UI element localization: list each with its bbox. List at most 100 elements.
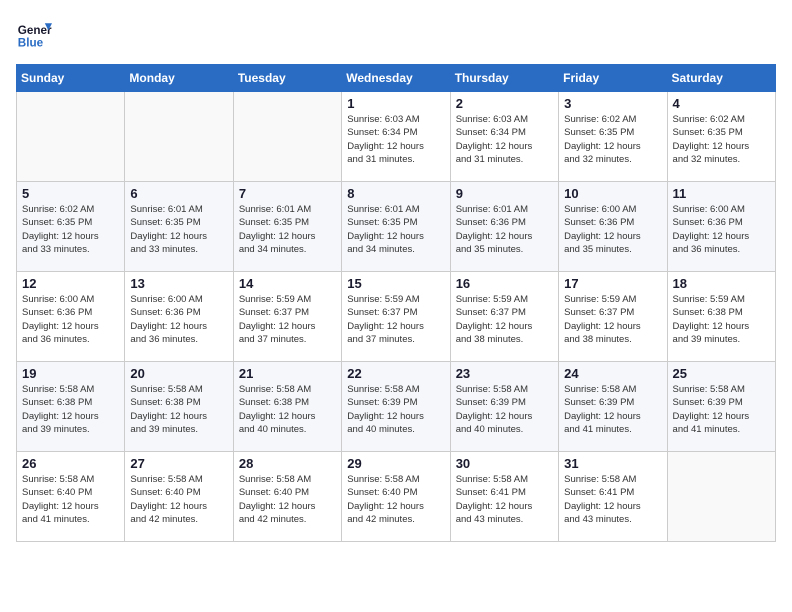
calendar-day-cell: 11 Sunrise: 6:00 AM Sunset: 6:36 PM Dayli… <box>667 182 775 272</box>
day-info: Sunrise: 5:59 AM Sunset: 6:37 PM Dayligh… <box>239 293 336 346</box>
day-number: 5 <box>22 186 119 201</box>
day-number: 26 <box>22 456 119 471</box>
calendar-day-cell <box>667 452 775 542</box>
calendar-day-cell: 30 Sunrise: 5:58 AM Sunset: 6:41 PM Dayli… <box>450 452 558 542</box>
calendar-day-cell: 16 Sunrise: 5:59 AM Sunset: 6:37 PM Dayli… <box>450 272 558 362</box>
day-info: Sunrise: 5:58 AM Sunset: 6:39 PM Dayligh… <box>673 383 770 436</box>
logo-icon: General Blue <box>16 16 52 52</box>
day-number: 11 <box>673 186 770 201</box>
day-number: 9 <box>456 186 553 201</box>
calendar-day-cell: 9 Sunrise: 6:01 AM Sunset: 6:36 PM Daylig… <box>450 182 558 272</box>
calendar-day-cell: 4Sunrise: 6:02 AM Sunset: 6:35 PM Daylig… <box>667 92 775 182</box>
day-info: Sunrise: 5:58 AM Sunset: 6:38 PM Dayligh… <box>239 383 336 436</box>
day-number: 4 <box>673 96 770 111</box>
calendar-day-cell: 15 Sunrise: 5:59 AM Sunset: 6:37 PM Dayli… <box>342 272 450 362</box>
calendar-day-cell: 5Sunrise: 6:02 AM Sunset: 6:35 PM Daylig… <box>17 182 125 272</box>
calendar-day-cell: 22 Sunrise: 5:58 AM Sunset: 6:39 PM Dayli… <box>342 362 450 452</box>
day-info: Sunrise: 5:58 AM Sunset: 6:41 PM Dayligh… <box>456 473 553 526</box>
calendar-day-cell: 25 Sunrise: 5:58 AM Sunset: 6:39 PM Dayli… <box>667 362 775 452</box>
weekday-header-cell: Tuesday <box>233 65 341 92</box>
calendar-day-cell: 8Sunrise: 6:01 AM Sunset: 6:35 PM Daylig… <box>342 182 450 272</box>
day-info: Sunrise: 5:58 AM Sunset: 6:40 PM Dayligh… <box>22 473 119 526</box>
calendar-day-cell <box>17 92 125 182</box>
day-number: 20 <box>130 366 227 381</box>
calendar-week-row: 5Sunrise: 6:02 AM Sunset: 6:35 PM Daylig… <box>17 182 776 272</box>
day-number: 12 <box>22 276 119 291</box>
day-number: 1 <box>347 96 444 111</box>
day-info: Sunrise: 5:58 AM Sunset: 6:40 PM Dayligh… <box>130 473 227 526</box>
day-info: Sunrise: 5:58 AM Sunset: 6:39 PM Dayligh… <box>347 383 444 436</box>
calendar-week-row: 1 Sunrise: 6:03 AM Sunset: 6:34 PM Daylig… <box>17 92 776 182</box>
day-info: Sunrise: 6:01 AM Sunset: 6:35 PM Dayligh… <box>130 203 227 256</box>
day-info: Sunrise: 5:58 AM Sunset: 6:38 PM Dayligh… <box>130 383 227 436</box>
calendar-day-cell: 1 Sunrise: 6:03 AM Sunset: 6:34 PM Daylig… <box>342 92 450 182</box>
svg-text:Blue: Blue <box>18 37 44 50</box>
day-number: 6 <box>130 186 227 201</box>
day-number: 28 <box>239 456 336 471</box>
calendar-week-row: 26 Sunrise: 5:58 AM Sunset: 6:40 PM Dayli… <box>17 452 776 542</box>
day-number: 27 <box>130 456 227 471</box>
day-number: 30 <box>456 456 553 471</box>
calendar-week-row: 19 Sunrise: 5:58 AM Sunset: 6:38 PM Dayli… <box>17 362 776 452</box>
calendar-day-cell: 14 Sunrise: 5:59 AM Sunset: 6:37 PM Dayli… <box>233 272 341 362</box>
day-number: 29 <box>347 456 444 471</box>
day-number: 19 <box>22 366 119 381</box>
day-number: 21 <box>239 366 336 381</box>
calendar-day-cell: 13Sunrise: 6:00 AM Sunset: 6:36 PM Dayli… <box>125 272 233 362</box>
calendar-day-cell: 28 Sunrise: 5:58 AM Sunset: 6:40 PM Dayli… <box>233 452 341 542</box>
calendar-table: SundayMondayTuesdayWednesdayThursdayFrid… <box>16 64 776 542</box>
calendar-day-cell: 20 Sunrise: 5:58 AM Sunset: 6:38 PM Dayli… <box>125 362 233 452</box>
day-info: Sunrise: 5:59 AM Sunset: 6:37 PM Dayligh… <box>456 293 553 346</box>
weekday-header-cell: Sunday <box>17 65 125 92</box>
day-info: Sunrise: 6:01 AM Sunset: 6:35 PM Dayligh… <box>239 203 336 256</box>
day-number: 15 <box>347 276 444 291</box>
calendar-day-cell: 21 Sunrise: 5:58 AM Sunset: 6:38 PM Dayli… <box>233 362 341 452</box>
day-info: Sunrise: 6:03 AM Sunset: 6:34 PM Dayligh… <box>456 113 553 166</box>
calendar-day-cell: 12 Sunrise: 6:00 AM Sunset: 6:36 PM Dayli… <box>17 272 125 362</box>
day-number: 14 <box>239 276 336 291</box>
calendar-day-cell: 26 Sunrise: 5:58 AM Sunset: 6:40 PM Dayli… <box>17 452 125 542</box>
day-info: Sunrise: 5:59 AM Sunset: 6:37 PM Dayligh… <box>564 293 661 346</box>
day-info: Sunrise: 6:02 AM Sunset: 6:35 PM Dayligh… <box>564 113 661 166</box>
day-info: Sunrise: 6:00 AM Sunset: 6:36 PM Dayligh… <box>564 203 661 256</box>
day-number: 22 <box>347 366 444 381</box>
day-number: 2 <box>456 96 553 111</box>
day-number: 7 <box>239 186 336 201</box>
day-info: Sunrise: 6:03 AM Sunset: 6:34 PM Dayligh… <box>347 113 444 166</box>
day-number: 16 <box>456 276 553 291</box>
weekday-header-cell: Saturday <box>667 65 775 92</box>
day-info: Sunrise: 5:58 AM Sunset: 6:39 PM Dayligh… <box>456 383 553 436</box>
day-info: Sunrise: 5:58 AM Sunset: 6:38 PM Dayligh… <box>22 383 119 436</box>
calendar-body: 1 Sunrise: 6:03 AM Sunset: 6:34 PM Daylig… <box>17 92 776 542</box>
weekday-header-cell: Friday <box>559 65 667 92</box>
calendar-day-cell: 18Sunrise: 5:59 AM Sunset: 6:38 PM Dayli… <box>667 272 775 362</box>
weekday-header-row: SundayMondayTuesdayWednesdayThursdayFrid… <box>17 65 776 92</box>
day-info: Sunrise: 5:59 AM Sunset: 6:37 PM Dayligh… <box>347 293 444 346</box>
calendar-day-cell: 31Sunrise: 5:58 AM Sunset: 6:41 PM Dayli… <box>559 452 667 542</box>
day-number: 18 <box>673 276 770 291</box>
calendar-day-cell: 19 Sunrise: 5:58 AM Sunset: 6:38 PM Dayli… <box>17 362 125 452</box>
calendar-day-cell: 17Sunrise: 5:59 AM Sunset: 6:37 PM Dayli… <box>559 272 667 362</box>
day-info: Sunrise: 6:01 AM Sunset: 6:36 PM Dayligh… <box>456 203 553 256</box>
day-number: 10 <box>564 186 661 201</box>
day-number: 23 <box>456 366 553 381</box>
day-info: Sunrise: 5:58 AM Sunset: 6:40 PM Dayligh… <box>347 473 444 526</box>
day-info: Sunrise: 6:00 AM Sunset: 6:36 PM Dayligh… <box>673 203 770 256</box>
logo: General Blue <box>16 16 52 52</box>
calendar-day-cell: 3Sunrise: 6:02 AM Sunset: 6:35 PM Daylig… <box>559 92 667 182</box>
calendar-day-cell: 24 Sunrise: 5:58 AM Sunset: 6:39 PM Dayli… <box>559 362 667 452</box>
day-info: Sunrise: 5:58 AM Sunset: 6:39 PM Dayligh… <box>564 383 661 436</box>
day-info: Sunrise: 6:00 AM Sunset: 6:36 PM Dayligh… <box>22 293 119 346</box>
weekday-header-cell: Monday <box>125 65 233 92</box>
weekday-header-cell: Thursday <box>450 65 558 92</box>
calendar-day-cell: 2 Sunrise: 6:03 AM Sunset: 6:34 PM Daylig… <box>450 92 558 182</box>
day-number: 24 <box>564 366 661 381</box>
page-header: General Blue <box>16 16 776 52</box>
calendar-week-row: 12 Sunrise: 6:00 AM Sunset: 6:36 PM Dayli… <box>17 272 776 362</box>
calendar-day-cell: 10 Sunrise: 6:00 AM Sunset: 6:36 PM Dayli… <box>559 182 667 272</box>
calendar-day-cell: 27 Sunrise: 5:58 AM Sunset: 6:40 PM Dayli… <box>125 452 233 542</box>
day-number: 25 <box>673 366 770 381</box>
day-info: Sunrise: 5:58 AM Sunset: 6:40 PM Dayligh… <box>239 473 336 526</box>
day-number: 13 <box>130 276 227 291</box>
calendar-day-cell <box>125 92 233 182</box>
